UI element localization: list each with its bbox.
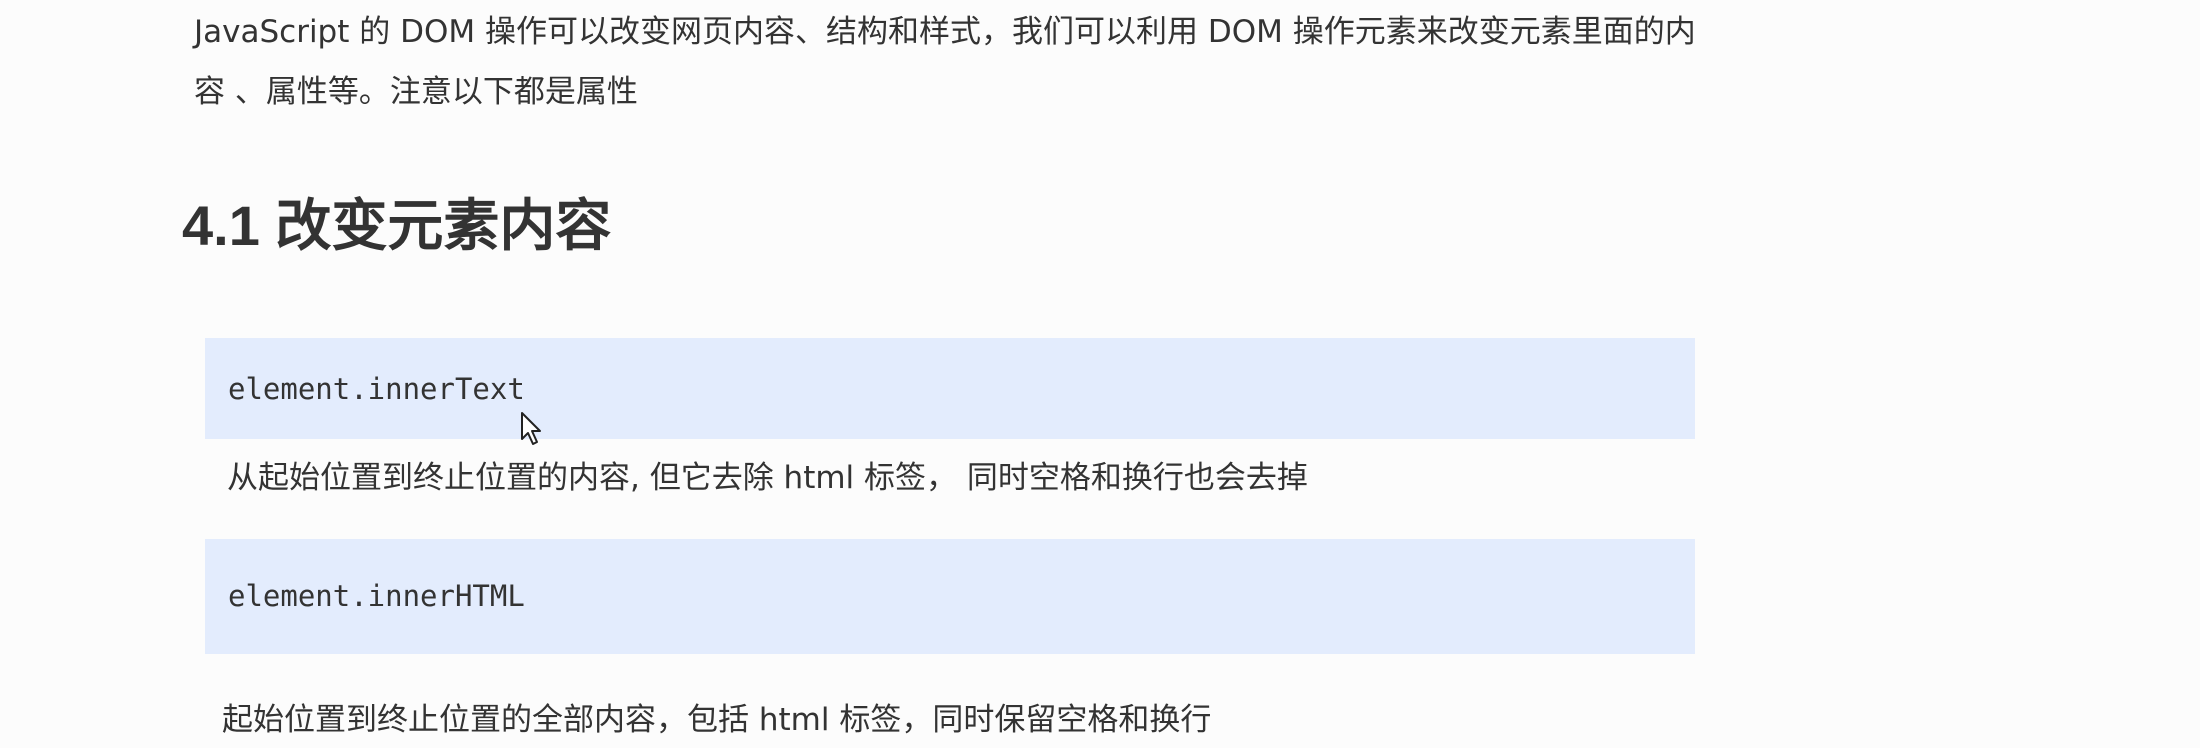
intro-line-1: JavaScript 的 DOM 操作可以改变网页内容、结构和样式，我们可以利用… <box>194 14 1696 50</box>
description-innerhtml: 起始位置到终止位置的全部内容，包括 html 标签，同时保留空格和换行 <box>222 702 1212 738</box>
intro-line-2: 容 、属性等。注意以下都是属性 <box>194 74 638 110</box>
code-block-innerhtml[interactable]: element.innerHTML <box>205 539 1695 654</box>
section-heading: 4.1 改变元素内容 <box>182 194 612 257</box>
description-innertext: 从起始位置到终止位置的内容, 但它去除 html 标签， 同时空格和换行也会去掉 <box>227 460 1308 496</box>
code-text[interactable]: element.innerText <box>228 372 525 406</box>
mouse-pointer-icon <box>521 412 541 445</box>
code-block-innertext[interactable]: element.innerText <box>205 338 1695 439</box>
code-text[interactable]: element.innerHTML <box>228 579 525 613</box>
intro-paragraph: JavaScript 的 DOM 操作可以改变网页内容、结构和样式，我们可以利用… <box>194 2 1794 122</box>
document-page: JavaScript 的 DOM 操作可以改变网页内容、结构和样式，我们可以利用… <box>0 0 2200 748</box>
